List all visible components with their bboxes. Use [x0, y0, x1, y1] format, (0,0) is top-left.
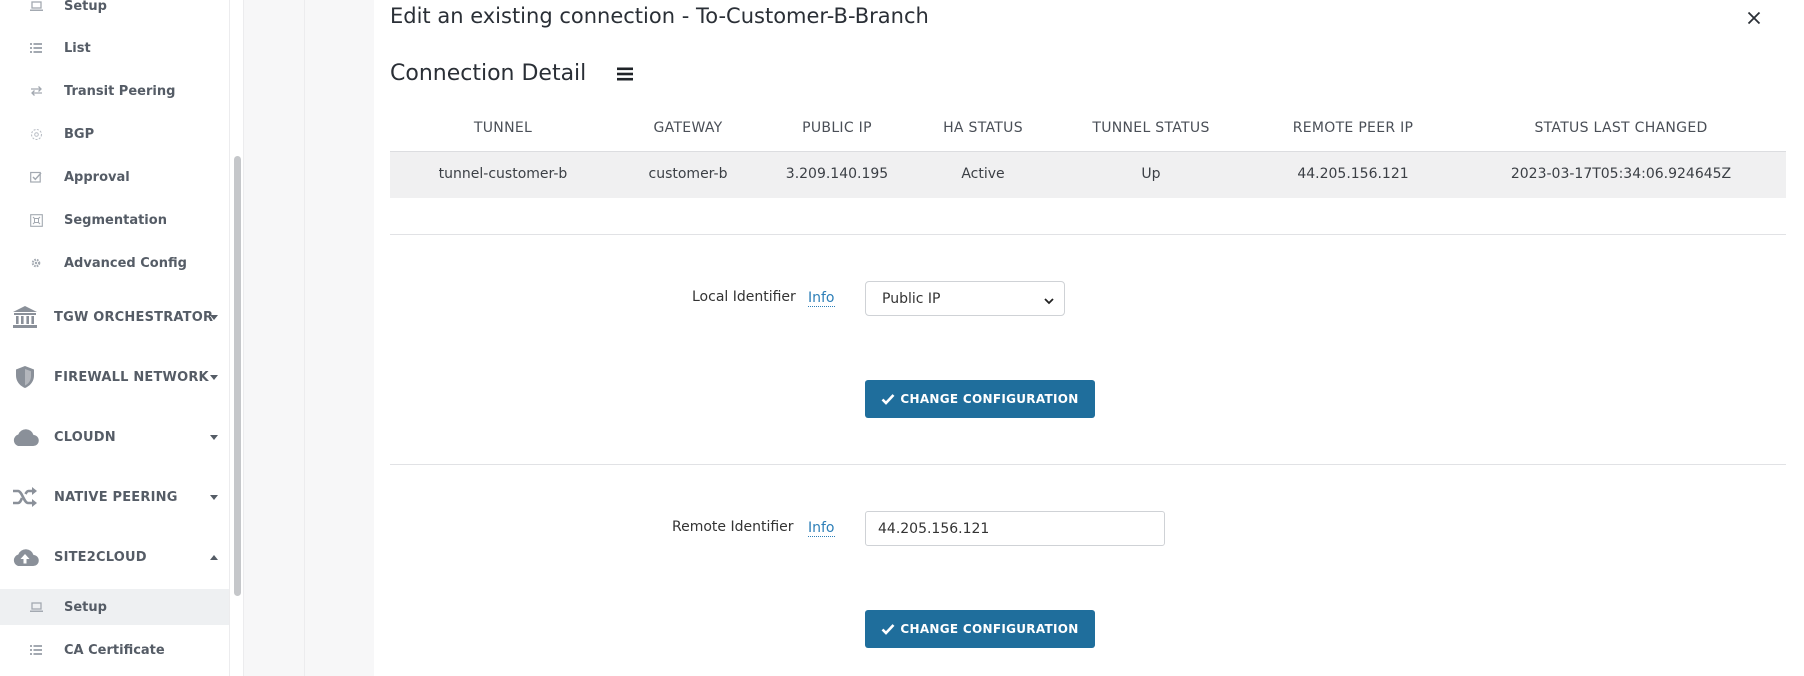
sidebar-item-approval[interactable]: Approval	[0, 159, 229, 195]
edit-connection-dialog: Edit an existing connection - To-Custome…	[374, 0, 1804, 676]
sidebar-item-native-peering[interactable]: NATIVE PEERING	[0, 477, 229, 517]
checkmark-icon	[881, 623, 895, 635]
local-identifier-info-link[interactable]: Info	[808, 290, 835, 307]
column-header-gateway: GATEWAY	[653, 120, 723, 136]
sidebar: Setup List Transit Peering BGP Approval …	[0, 0, 230, 676]
sidebar-item-label: SITE2CLOUD	[54, 549, 147, 565]
table-row: tunnel-customer-b customer-b 3.209.140.1…	[390, 152, 1786, 198]
laptop-icon	[29, 0, 43, 13]
check-square-icon	[29, 170, 43, 184]
sidebar-item-advanced-config[interactable]: Advanced Config	[0, 245, 229, 281]
sidebar-item-label: Advanced Config	[64, 255, 187, 271]
section-divider	[390, 234, 1786, 235]
sidebar-item-setup-top[interactable]: Setup	[0, 0, 229, 24]
cloud-upload-icon	[11, 543, 39, 571]
column-header-tunnel: TUNNEL	[473, 120, 533, 136]
sidebar-item-label: CA Certificate	[64, 642, 165, 658]
button-label: CHANGE CONFIGURATION	[900, 622, 1079, 636]
gear-icon	[29, 256, 43, 270]
cell-tunnel-status: Up	[1141, 166, 1161, 182]
caret-down-icon	[209, 493, 218, 502]
sidebar-item-bgp[interactable]: BGP	[0, 116, 229, 152]
sidebar-item-setup[interactable]: Setup	[0, 589, 229, 625]
shuffle-icon	[11, 483, 39, 511]
sidebar-item-cloudn[interactable]: CLOUDN	[0, 417, 229, 457]
remote-identifier-label: Remote Identifier	[672, 519, 794, 535]
transfer-icon	[29, 84, 43, 98]
hamburger-menu-icon[interactable]	[617, 66, 635, 82]
table-header: TUNNEL GATEWAY PUBLIC IP HA STATUS TUNNE…	[390, 112, 1786, 152]
column-header-tunnel-status: TUNNEL STATUS	[1092, 120, 1210, 136]
local-identifier-select[interactable]: Public IP	[865, 281, 1065, 316]
section-divider	[390, 464, 1786, 465]
sidebar-item-label: TGW ORCHESTRATOR	[54, 309, 214, 325]
caret-down-icon	[209, 433, 218, 442]
local-identifier-selected-value: Public IP	[882, 290, 941, 307]
segmentation-icon	[29, 213, 43, 227]
main-panel: Edit an existing connection - To-Custome…	[305, 0, 1804, 676]
column-header-public-ip: PUBLIC IP	[802, 120, 872, 136]
sidebar-item-label: Setup	[64, 0, 107, 14]
change-remote-configuration-button[interactable]: CHANGE CONFIGURATION	[865, 610, 1095, 648]
close-icon	[1747, 10, 1761, 29]
dialog-title: Edit an existing connection - To-Custome…	[390, 4, 929, 28]
sidebar-item-label: Approval	[64, 169, 130, 185]
cell-status-last-changed: 2023-03-17T05:34:06.924645Z	[1510, 166, 1732, 182]
chevron-down-icon	[1044, 294, 1054, 305]
bank-icon	[11, 303, 39, 331]
close-button[interactable]	[1744, 9, 1764, 29]
column-header-status-last-changed: STATUS LAST CHANGED	[1534, 120, 1708, 136]
content-gutter	[244, 0, 305, 676]
remote-identifier-value: 44.205.156.121	[878, 520, 990, 537]
change-local-configuration-button[interactable]: CHANGE CONFIGURATION	[865, 380, 1095, 418]
cloud-icon	[11, 423, 39, 451]
remote-identifier-info-link[interactable]: Info	[808, 520, 835, 537]
sidebar-item-site2cloud[interactable]: SITE2CLOUD	[0, 537, 229, 577]
list-icon	[29, 41, 43, 55]
sidebar-item-label: Segmentation	[64, 212, 167, 228]
sidebar-item-label: Setup	[64, 599, 107, 615]
bgp-icon	[29, 127, 43, 141]
sidebar-item-label: BGP	[64, 126, 95, 142]
column-header-ha-status: HA STATUS	[943, 120, 1023, 136]
sidebar-item-label: List	[64, 40, 91, 56]
sidebar-item-label: Transit Peering	[64, 83, 176, 99]
sidebar-item-tgw-orchestrator[interactable]: TGW ORCHESTRATOR	[0, 297, 229, 337]
cell-ha-status: Active	[961, 166, 1005, 182]
sidebar-item-transit-peering[interactable]: Transit Peering	[0, 73, 229, 109]
caret-up-icon	[209, 553, 218, 562]
button-label: CHANGE CONFIGURATION	[900, 392, 1079, 406]
caret-down-icon	[209, 313, 218, 322]
laptop-icon	[29, 600, 43, 614]
cell-remote-peer-ip: 44.205.156.121	[1297, 166, 1409, 182]
section-title: Connection Detail	[390, 61, 587, 86]
caret-down-icon	[209, 373, 218, 382]
sidebar-item-label: NATIVE PEERING	[54, 489, 178, 505]
sidebar-item-ca-certificate[interactable]: CA Certificate	[0, 632, 229, 668]
sidebar-item-label: FIREWALL NETWORK	[54, 369, 209, 385]
column-header-remote-peer-ip: REMOTE PEER IP	[1292, 120, 1414, 136]
shield-icon	[11, 363, 39, 391]
cell-public-ip: 3.209.140.195	[785, 166, 889, 182]
checkmark-icon	[881, 393, 895, 405]
sidebar-item-list[interactable]: List	[0, 30, 229, 66]
sidebar-scrollbar-thumb[interactable]	[234, 156, 241, 596]
list-icon	[29, 643, 43, 657]
sidebar-item-firewall-network[interactable]: FIREWALL NETWORK	[0, 357, 229, 397]
remote-identifier-input[interactable]: 44.205.156.121	[865, 511, 1165, 546]
sidebar-item-segmentation[interactable]: Segmentation	[0, 202, 229, 238]
cell-gateway: customer-b	[648, 166, 728, 182]
sidebar-item-label: CLOUDN	[54, 429, 116, 445]
local-identifier-label: Local Identifier	[692, 289, 796, 305]
cell-tunnel: tunnel-customer-b	[438, 166, 568, 182]
